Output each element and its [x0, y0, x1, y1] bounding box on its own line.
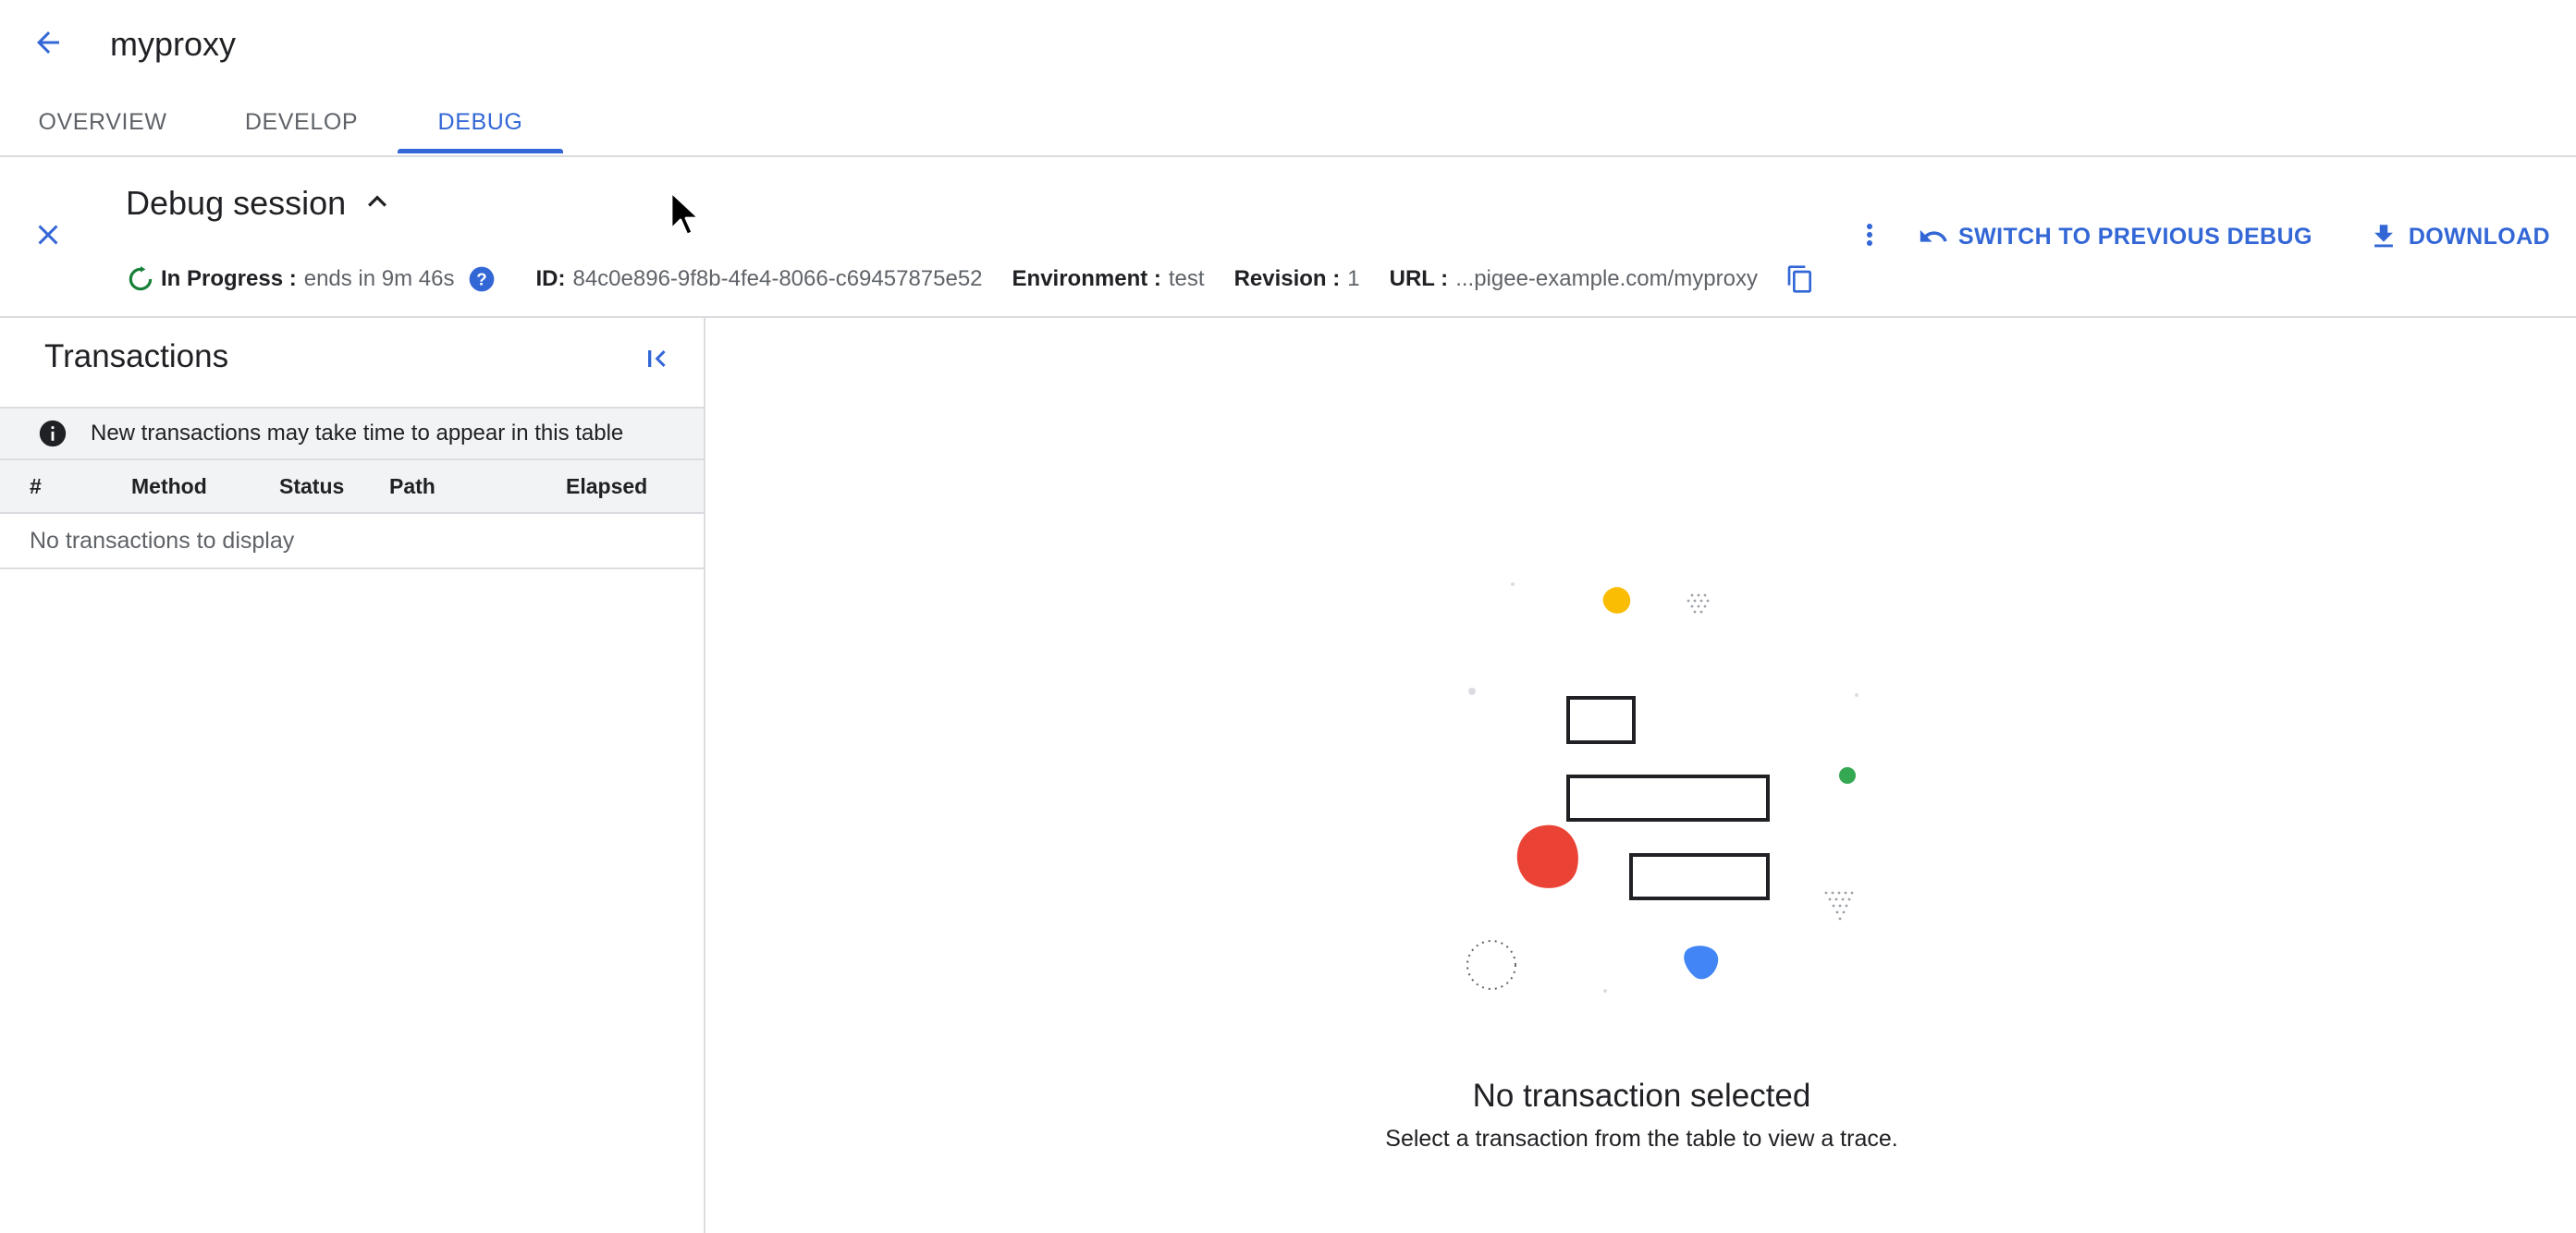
info-notice: New transactions may take time to appear…	[0, 407, 704, 460]
session-collapse-toggle[interactable]	[357, 183, 398, 224]
column-method[interactable]: Method	[131, 460, 207, 512]
revision-value: 1	[1347, 266, 1360, 291]
empty-state-subtitle: Select a transaction from the table to v…	[1385, 1126, 1898, 1152]
collapse-panel-button[interactable]	[634, 338, 679, 383]
close-session-button[interactable]	[26, 214, 70, 259]
switch-label: SWITCH TO PREVIOUS DEBUG	[1958, 223, 2312, 250]
column-path[interactable]: Path	[389, 460, 435, 512]
table-empty-message: No transactions to display	[0, 514, 704, 569]
status-value: ends in 9m 46s	[303, 266, 455, 291]
environment-label: Environment :	[1012, 266, 1161, 291]
help-icon[interactable]: ?	[467, 264, 497, 294]
copy-icon[interactable]	[1785, 264, 1815, 294]
switch-to-previous-debug-button[interactable]: SWITCH TO PREVIOUS DEBUG	[1907, 211, 2324, 262]
column-elapsed[interactable]: Elapsed	[566, 460, 647, 512]
download-icon	[2374, 225, 2393, 248]
column-number[interactable]: #	[30, 460, 42, 512]
column-status[interactable]: Status	[279, 460, 344, 512]
status-label: In Progress :	[161, 266, 297, 291]
empty-state-illustration	[1466, 582, 1858, 993]
url-label: URL :	[1389, 266, 1449, 291]
tab-overview[interactable]: OVERVIEW	[18, 89, 187, 155]
session-title: Debug session	[126, 184, 347, 222]
tab-develop[interactable]: DEVELOP	[222, 89, 381, 155]
more-vert-icon	[1853, 218, 1886, 256]
session-actions: SWITCH TO PREVIOUS DEBUG DOWNLOAD	[1847, 211, 2561, 262]
notice-text: New transactions may take time to appear…	[91, 421, 624, 446]
svg-text:?: ?	[477, 270, 487, 289]
environment-value: test	[1168, 266, 1205, 291]
tab-debug[interactable]: DEBUG	[398, 89, 563, 155]
transactions-panel: Transactions New transactions may take t…	[0, 318, 705, 1233]
download-button[interactable]: DOWNLOAD	[2357, 211, 2561, 262]
mouse-cursor-icon	[669, 190, 701, 237]
collapse-left-icon	[640, 342, 673, 380]
arrow-back-icon	[31, 26, 65, 64]
revision-label: Revision :	[1233, 266, 1341, 291]
session-meta: In Progress : ends in 9m 46s ? ID: 84c0e…	[126, 261, 1815, 298]
empty-state-title: No transaction selected	[1472, 1078, 1811, 1114]
table-header: # Method Status Path Elapsed	[0, 460, 704, 514]
transactions-title: Transactions	[44, 338, 229, 374]
app-header: myproxy	[0, 0, 2576, 89]
session-id: ID: 84c0e896-9f8b-4fe4-8066-c69457875e52	[535, 266, 982, 292]
back-button[interactable]	[26, 22, 70, 67]
more-options-button[interactable]	[1847, 211, 1892, 262]
close-icon	[31, 218, 65, 256]
chevron-up-icon	[359, 183, 396, 225]
session-status: In Progress : ends in 9m 46s ?	[126, 264, 497, 294]
progress-icon	[126, 264, 155, 294]
download-label: DOWNLOAD	[2408, 223, 2550, 250]
session-revision: Revision : 1	[1234, 266, 1360, 292]
tab-bar: OVERVIEW DEVELOP DEBUG	[0, 89, 2576, 155]
url-value: ...pigee-example.com/myproxy	[1455, 266, 1758, 291]
undo-icon	[1920, 229, 1947, 242]
session-url: URL : ...pigee-example.com/myproxy	[1390, 264, 1815, 294]
id-value: 84c0e896-9f8b-4fe4-8066-c69457875e52	[572, 266, 983, 291]
session-environment: Environment : test	[1012, 266, 1205, 292]
active-tab-indicator	[398, 149, 563, 153]
transaction-detail-panel: No transaction selected Select a transac…	[707, 318, 2576, 1233]
id-label: ID:	[535, 266, 566, 291]
divider	[0, 155, 2576, 157]
info-icon	[37, 418, 68, 449]
page-title: myproxy	[110, 25, 237, 63]
